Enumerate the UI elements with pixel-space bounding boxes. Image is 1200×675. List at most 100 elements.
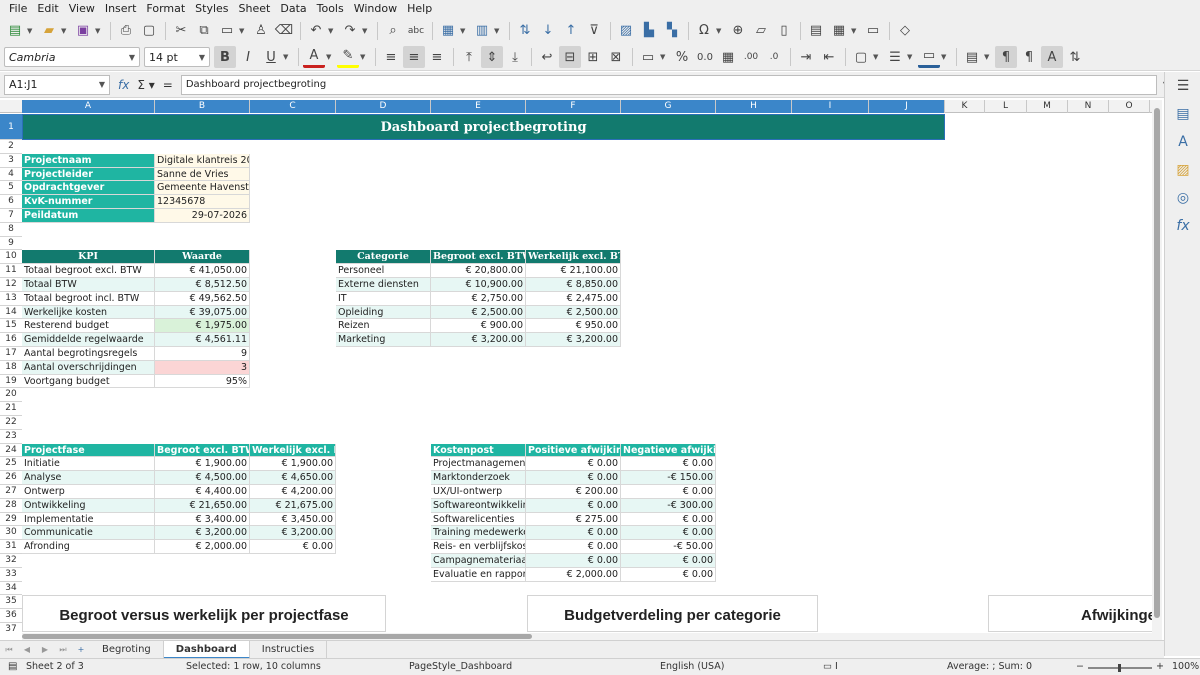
header-footer-icon[interactable]: ▯	[773, 20, 795, 42]
unmerge-cells-icon[interactable]: ⊠	[605, 46, 627, 68]
phase-cell[interactable]: € 4,650.00	[250, 471, 336, 485]
column-icon[interactable]: ▥	[471, 20, 493, 42]
menu-help[interactable]: Help	[402, 2, 437, 15]
row-header[interactable]: 7	[0, 209, 22, 223]
phase-cell[interactable]: € 3,200.00	[250, 526, 336, 541]
horizontal-scroll-thumb[interactable]	[22, 634, 532, 639]
category-header[interactable]: Begroot excl. BTW	[431, 250, 526, 265]
kpi-value[interactable]: € 1,975.00	[155, 319, 250, 334]
row-header[interactable]: 1	[0, 114, 22, 140]
phase-cell[interactable]: Communicatie	[22, 526, 155, 541]
row-header[interactable]: 16	[0, 333, 22, 347]
category-cell[interactable]: € 2,500.00	[526, 305, 621, 320]
kpi-header[interactable]: KPI	[22, 250, 155, 265]
bold-icon[interactable]: B	[214, 46, 236, 68]
deviation-cell[interactable]: -€ 300.00	[621, 498, 716, 513]
row-header[interactable]: 6	[0, 195, 22, 209]
deviation-cell[interactable]: € 0.00	[526, 540, 621, 554]
increase-indent-icon[interactable]: ⇥	[795, 46, 817, 68]
category-cell[interactable]: Marketing	[336, 333, 431, 347]
phase-cell[interactable]: Implementatie	[22, 512, 155, 527]
column-header-d[interactable]: D	[336, 100, 431, 113]
add-decimal-icon[interactable]: .00	[740, 46, 762, 68]
category-cell[interactable]: € 2,750.00	[431, 291, 526, 306]
menu-file[interactable]: File	[4, 2, 32, 15]
project-info-label[interactable]: Opdrachtgever	[22, 181, 155, 196]
kpi-label[interactable]: Aantal overschrijdingen	[22, 360, 155, 375]
undo-icon[interactable]: ↶	[305, 20, 327, 42]
tab-begroting[interactable]: Begroting	[90, 640, 164, 659]
kpi-label[interactable]: Voortgang budget	[22, 374, 155, 389]
column-header-g[interactable]: G	[621, 100, 716, 113]
row-header[interactable]: 27	[0, 485, 22, 499]
phase-cell[interactable]: € 3,450.00	[250, 512, 336, 527]
column-header-b[interactable]: B	[155, 100, 250, 113]
deviation-cell[interactable]: € 0.00	[621, 512, 716, 527]
dashboard-title-cell[interactable]: Dashboard projectbegroting	[22, 114, 945, 140]
row-header[interactable]: 37	[0, 623, 22, 632]
phase-cell[interactable]: Ontwikkeling	[22, 498, 155, 513]
project-info-label[interactable]: Projectnaam	[22, 153, 155, 168]
deviation-cell[interactable]: Marktonderzoek	[431, 471, 526, 485]
function-wizard-icon[interactable]: fx	[118, 78, 129, 92]
row-header[interactable]: 26	[0, 471, 22, 485]
vertical-text-icon[interactable]: ⇅	[1064, 46, 1086, 68]
tab-instructies[interactable]: Instructies	[250, 640, 328, 659]
underline-icon[interactable]: U	[260, 46, 282, 68]
deviation-cell[interactable]: € 0.00	[526, 471, 621, 485]
project-info-value[interactable]: Gemeente Havenstad	[155, 181, 250, 196]
print-icon[interactable]: ⎙	[115, 20, 137, 42]
formula-input[interactable]: Dashboard projectbegroting	[180, 74, 1157, 95]
border-style-icon[interactable]: ☰	[884, 46, 906, 68]
row-header[interactable]: 4	[0, 168, 22, 182]
row-header[interactable]: 25	[0, 457, 22, 472]
phase-cell[interactable]: € 4,200.00	[250, 485, 336, 499]
deviation-cell[interactable]: UX/UI-ontwerp	[431, 485, 526, 499]
zoom-knob[interactable]	[1118, 664, 1121, 672]
menu-tools[interactable]: Tools	[312, 2, 349, 15]
menu-styles[interactable]: Styles	[190, 2, 233, 15]
name-box[interactable]: A1:J1 ▼	[4, 74, 110, 95]
category-cell[interactable]: IT	[336, 291, 431, 306]
column-header-n[interactable]: N	[1068, 100, 1109, 113]
highlight-dropdown-icon[interactable]: ▼	[360, 53, 368, 61]
clear-formatting-icon[interactable]: ⌫	[273, 20, 295, 42]
deviation-cell[interactable]: € 0.00	[621, 485, 716, 499]
deviation-cell[interactable]: Evaluatie en rapportage	[431, 567, 526, 582]
new-dropdown-icon[interactable]: ▼	[27, 27, 35, 35]
category-cell[interactable]: Personeel	[336, 264, 431, 278]
left-to-right-icon[interactable]: ¶	[995, 46, 1017, 68]
font-name-combo[interactable]: Cambria ▼	[4, 47, 140, 67]
open-dropdown-icon[interactable]: ▼	[61, 27, 69, 35]
align-bottom-icon[interactable]: ⤓	[504, 46, 526, 68]
merge-center-icon[interactable]: ⊟	[559, 46, 581, 68]
spelling-icon[interactable]: abc	[405, 20, 427, 42]
phase-cell[interactable]: € 3,400.00	[155, 512, 250, 527]
deviation-cell[interactable]: Campagnemateriaal	[431, 554, 526, 568]
phase-header[interactable]: Begroot excl. BTW	[155, 443, 250, 458]
spreadsheet-grid[interactable]: ABCDEFGHIJKLMNO 1 2 3 4 5 6 7 8 9 10 11 12 13 14 15 16 1…	[0, 100, 1162, 632]
row-header[interactable]: 12	[0, 278, 22, 292]
row-header[interactable]: 33	[0, 568, 22, 582]
split-window-icon[interactable]: ▭	[862, 20, 884, 42]
project-info-value[interactable]: 12345678	[155, 195, 250, 209]
row-header[interactable]: 23	[0, 430, 22, 444]
conditional-format-icon[interactable]: ▤	[961, 46, 983, 68]
zoom-slider[interactable]	[1088, 664, 1152, 672]
deviation-cell[interactable]: € 0.00	[621, 457, 716, 472]
freeze-rows-columns-icon[interactable]: ▦	[828, 20, 850, 42]
zoom-out-icon[interactable]: −	[1076, 661, 1084, 672]
find-replace-icon[interactable]: ⌕	[382, 20, 404, 42]
conditional-dropdown-icon[interactable]: ▼	[984, 53, 992, 61]
highlight-color-icon[interactable]: ✎	[337, 46, 359, 68]
row-header[interactable]: 35	[0, 595, 22, 610]
phase-cell[interactable]: Analyse	[22, 471, 155, 485]
phase-cell[interactable]: € 21,650.00	[155, 498, 250, 513]
decrease-indent-icon[interactable]: ⇤	[818, 46, 840, 68]
wrap-text-icon[interactable]: ↩	[536, 46, 558, 68]
deviation-cell[interactable]: € 0.00	[526, 498, 621, 513]
cut-icon[interactable]: ✂	[170, 20, 192, 42]
special-character-icon[interactable]: Ω	[693, 20, 715, 42]
column-header-l[interactable]: L	[985, 100, 1027, 113]
gallery-icon[interactable]: ▨	[1165, 156, 1200, 184]
